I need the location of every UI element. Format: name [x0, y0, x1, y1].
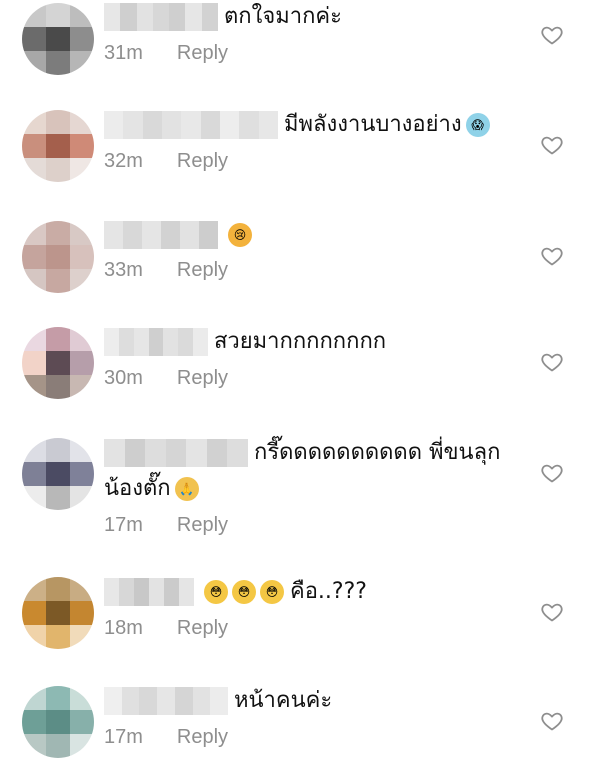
emoji-group: 😱: [465, 113, 490, 137]
comment-text: กรี๊ดดดดดดดดดด พี่ขนลุก: [254, 440, 501, 465]
reply-button[interactable]: Reply: [177, 726, 228, 749]
comment-text: ตกใจมากค่ะ: [224, 4, 342, 29]
comment-item: 😳 😳 😳 คือ..??? 18m Reply: [0, 577, 600, 681]
comment-item: สวยมากกกกกกกก 30m Reply: [0, 327, 600, 431]
emoji-icon: 😢: [228, 223, 252, 247]
timestamp: 30m: [104, 367, 143, 389]
comment-text-continued: น้องตั๊ก: [104, 476, 171, 501]
username[interactable]: [104, 3, 218, 31]
comment-meta: 33m Reply: [104, 259, 540, 282]
emoji-group: 😳 😳 😳: [204, 580, 284, 604]
comment-meta: 32m Reply: [104, 150, 540, 173]
emoji-icon: 🙏: [174, 477, 199, 501]
avatar[interactable]: [22, 221, 94, 293]
username[interactable]: [104, 687, 228, 715]
comment-text: คือ..???: [290, 579, 367, 604]
emoji-icon: 😳: [232, 580, 256, 604]
username[interactable]: [104, 578, 194, 606]
emoji-icon: 😳: [204, 580, 228, 604]
avatar[interactable]: [22, 686, 94, 758]
heart-icon[interactable]: [540, 244, 564, 268]
heart-icon[interactable]: [540, 133, 564, 157]
comment-meta: 31m Reply: [104, 42, 540, 65]
reply-button[interactable]: Reply: [177, 259, 228, 282]
comment-item: มีพลังงานบางอย่าง 😱 32m Reply: [0, 110, 600, 214]
username[interactable]: [104, 111, 278, 139]
timestamp: 17m: [104, 726, 143, 748]
heart-icon[interactable]: [540, 709, 564, 733]
comment-text: สวยมากกกกกกกก: [214, 329, 387, 354]
comment-meta: 17m Reply: [104, 726, 540, 749]
username[interactable]: [104, 328, 208, 356]
avatar[interactable]: [22, 110, 94, 182]
heart-icon[interactable]: [540, 461, 564, 485]
emoji-icon: 😱: [465, 113, 490, 137]
comment-meta: 30m Reply: [104, 367, 540, 390]
avatar[interactable]: [22, 327, 94, 399]
emoji-group: 😢: [228, 223, 252, 247]
timestamp: 18m: [104, 617, 143, 639]
timestamp: 32m: [104, 150, 143, 172]
reply-button[interactable]: Reply: [177, 514, 228, 537]
heart-icon[interactable]: [540, 350, 564, 374]
username[interactable]: [104, 439, 248, 467]
avatar[interactable]: [22, 438, 94, 510]
timestamp: 17m: [104, 514, 143, 536]
username[interactable]: [104, 221, 218, 249]
avatar[interactable]: [22, 3, 94, 75]
avatar[interactable]: [22, 577, 94, 649]
emoji-group-continued: 🙏: [174, 477, 199, 501]
comment-item: 😢 33m Reply: [0, 221, 600, 325]
comment-meta: 18m Reply: [104, 617, 540, 640]
comment-item: ตกใจมากค่ะ 31m Reply: [0, 0, 600, 104]
timestamp: 31m: [104, 42, 143, 64]
comment-text: มีพลังงานบางอย่าง: [284, 112, 462, 137]
reply-button[interactable]: Reply: [177, 367, 228, 390]
comment-item: กรี๊ดดดดดดดดดด พี่ขนลุก น้องตั๊ก 🙏 17m R…: [0, 438, 600, 548]
comment-text: หน้าคนค่ะ: [234, 688, 333, 713]
comment-meta: 17m Reply: [104, 514, 540, 537]
comment-item: หน้าคนค่ะ 17m Reply: [0, 686, 600, 769]
comment-list: ตกใจมากค่ะ 31m Reply มีพลังงานบางอย่าง 😱…: [0, 0, 600, 769]
reply-button[interactable]: Reply: [177, 42, 228, 65]
heart-icon[interactable]: [540, 600, 564, 624]
heart-icon[interactable]: [540, 23, 564, 47]
reply-button[interactable]: Reply: [177, 617, 228, 640]
reply-button[interactable]: Reply: [177, 150, 228, 173]
emoji-icon: 😳: [260, 580, 284, 604]
timestamp: 33m: [104, 259, 143, 281]
